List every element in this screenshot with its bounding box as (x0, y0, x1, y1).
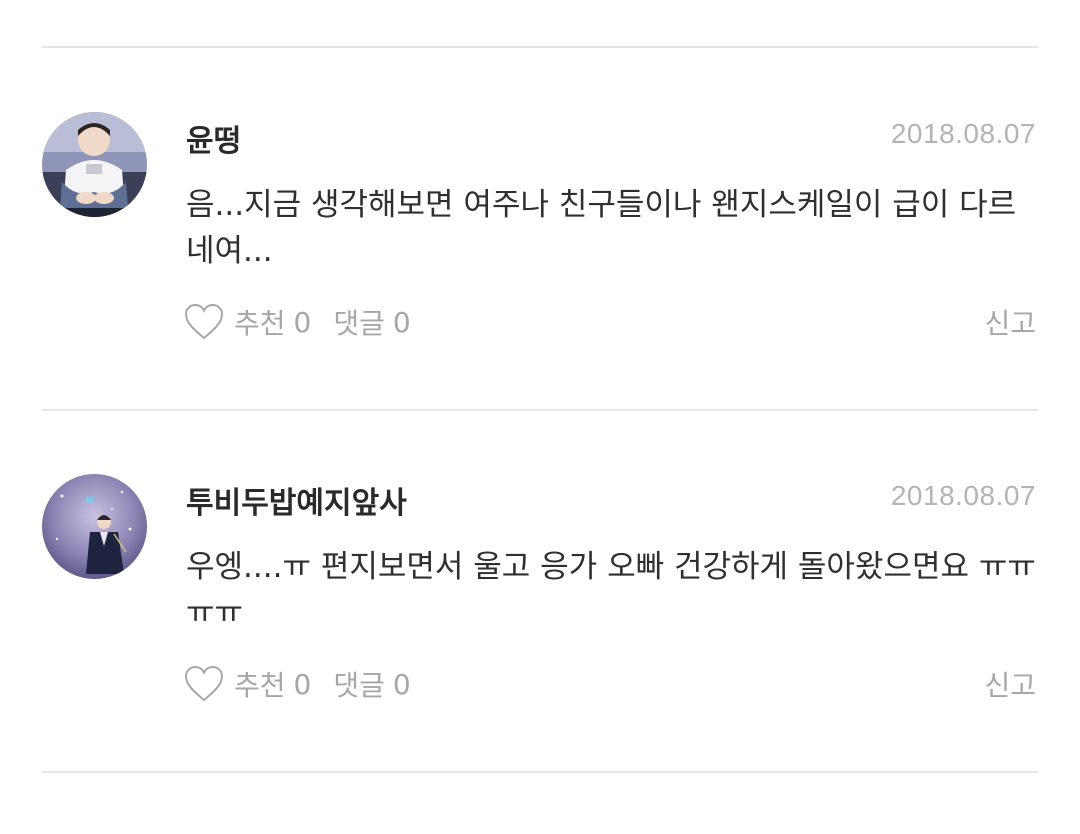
username[interactable]: 윤떵 (186, 116, 241, 160)
like-button[interactable]: 추천 0 (184, 664, 311, 704)
comment-item: 윤떵 2018.08.07 음...지금 생각해보면 여주나 친구들이나 왠지스… (0, 112, 1080, 472)
like-label: 추천 (234, 307, 286, 340)
user-avatar[interactable] (42, 474, 147, 579)
comment-item: 투비두밥예지앞사 2018.08.07 우엥....ㅠ 편지보면서 울고 응가 … (0, 474, 1080, 834)
comment-text: 우엥....ㅠ 편지보면서 울고 응가 오빠 건강하게 돌아왔으면요 ㅠㅠ ㅠㅠ (186, 549, 1036, 631)
like-count: 0 (293, 305, 312, 339)
heart-icon (184, 303, 224, 340)
divider-bottom (42, 771, 1038, 773)
reply-button[interactable]: 댓글 0 (333, 302, 410, 342)
username[interactable]: 투비두밥예지앞사 (186, 478, 407, 522)
reply-label: 댓글 (333, 669, 385, 702)
report-button[interactable]: 신고 (984, 664, 1036, 704)
divider-middle (42, 409, 1038, 411)
comment-date: 2018.08.07 (890, 118, 1036, 149)
avatar-photo-icon (42, 474, 147, 579)
user-avatar[interactable] (42, 112, 147, 217)
reply-count: 0 (392, 667, 411, 701)
reply-label: 댓글 (333, 307, 385, 340)
like-button[interactable]: 추천 0 (184, 302, 311, 342)
like-count: 0 (293, 667, 312, 701)
comment-text: 음...지금 생각해보면 여주나 친구들이나 왠지스케일이 급이 다르네여... (186, 187, 1017, 269)
comment-date: 2018.08.07 (890, 480, 1036, 511)
report-button[interactable]: 신고 (984, 302, 1036, 342)
comment-actions: 추천 0 댓글 0 (184, 300, 411, 344)
reply-count: 0 (392, 305, 411, 339)
avatar-photo-icon (42, 112, 147, 217)
divider-top (42, 46, 1038, 48)
heart-icon (184, 665, 224, 702)
comment-actions: 추천 0 댓글 0 (184, 662, 411, 706)
like-label: 추천 (234, 669, 286, 702)
reply-button[interactable]: 댓글 0 (333, 664, 410, 704)
